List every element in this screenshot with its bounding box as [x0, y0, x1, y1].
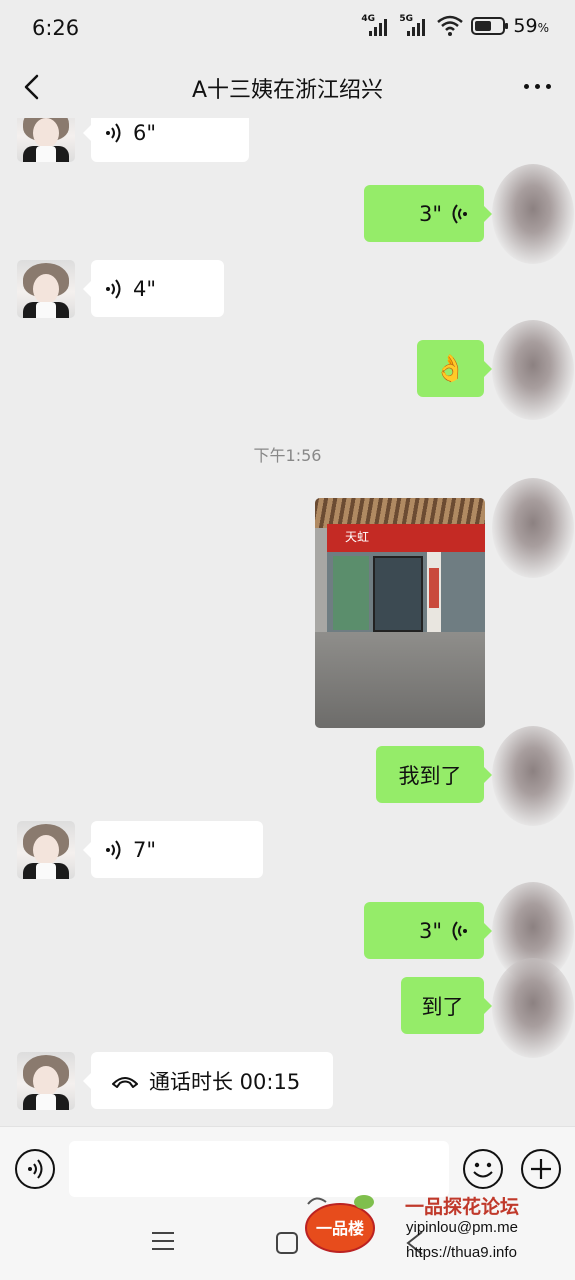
voice-message-bubble[interactable]: 3"	[364, 185, 492, 242]
signal-4g-label: 4G	[361, 14, 376, 24]
watermark-logo: 一品楼	[305, 1195, 375, 1253]
my-avatar[interactable]	[492, 478, 574, 578]
voice-duration: 6"	[133, 121, 157, 145]
emoji-face-icon	[473, 1162, 493, 1178]
voice-mode-icon	[28, 1159, 43, 1179]
chat-title: A十三姨在浙江绍兴	[191, 78, 384, 103]
voice-duration: 7"	[133, 837, 157, 862]
my-avatar[interactable]	[492, 726, 574, 826]
image-message[interactable]: 天虹	[315, 498, 485, 728]
text-message-bubble[interactable]: 我到了	[376, 746, 492, 803]
voice-wave-icon	[106, 123, 121, 143]
voice-message-bubble[interactable]: 7"	[83, 821, 263, 878]
battery-percentage: 59%	[513, 15, 549, 37]
status-bar: 6:26 4G 5G 59%	[0, 0, 575, 58]
battery-unit: %	[537, 21, 549, 35]
phone-hangup-icon	[112, 1076, 138, 1088]
chat-header: A十三姨在浙江绍兴	[0, 58, 575, 118]
more-functions-button[interactable]	[521, 1149, 561, 1189]
my-avatar[interactable]	[492, 164, 574, 264]
battery-value: 59	[513, 15, 538, 37]
contact-avatar[interactable]	[17, 1052, 75, 1110]
message-input[interactable]	[69, 1141, 449, 1197]
message-text: 我到了	[398, 763, 462, 788]
watermark-url: https://thua9.info	[406, 1244, 517, 1261]
signal-5g-label: 5G	[399, 14, 414, 24]
voice-wave-icon	[106, 278, 121, 299]
home-square-icon[interactable]	[276, 1232, 298, 1254]
contact-avatar[interactable]	[17, 118, 75, 162]
voice-wave-icon	[452, 920, 467, 941]
call-record-bubble[interactable]: 通话时长 00:15	[83, 1052, 333, 1109]
voice-message-bubble[interactable]: 3"	[364, 902, 492, 959]
watermark-email: yipinlou@pm.me	[406, 1219, 518, 1236]
my-avatar[interactable]	[492, 958, 574, 1058]
voice-message-bubble[interactable]: 4"	[83, 260, 224, 317]
status-icons: 4G 5G 59%	[361, 14, 549, 38]
voice-mode-button[interactable]	[15, 1149, 55, 1189]
text-message-bubble[interactable]: 到了	[401, 977, 492, 1034]
logo-text: 一品楼	[316, 1219, 364, 1238]
my-avatar[interactable]	[492, 320, 574, 420]
voice-wave-icon	[106, 839, 121, 860]
watermark-title: 一品探花论坛	[405, 1196, 520, 1218]
status-time: 6:26	[32, 16, 80, 40]
store-sign-text: 天虹	[345, 530, 370, 544]
signal-4g-icon: 4G	[361, 14, 391, 38]
voice-wave-icon	[452, 203, 467, 224]
voice-duration: 3"	[418, 201, 442, 226]
wifi-icon	[437, 15, 464, 36]
emoji-message-bubble[interactable]: 👌	[417, 340, 492, 397]
voice-duration: 4"	[133, 276, 157, 301]
emoji-button[interactable]	[463, 1149, 503, 1189]
signal-5g-icon: 5G	[399, 14, 429, 38]
more-options-button[interactable]	[524, 84, 551, 89]
message-text: 到了	[421, 994, 464, 1019]
message-list[interactable]: 6" 3" 4" 👌 下午1:56 天虹 我到了 7" 3" 到了 通话时长 0…	[0, 118, 575, 1126]
battery-icon	[471, 17, 509, 35]
voice-message-bubble[interactable]: 6"	[83, 118, 249, 162]
ok-hand-emoji: 👌	[434, 353, 467, 384]
call-duration-text: 通话时长 00:15	[149, 1069, 301, 1094]
battery-level	[475, 21, 491, 31]
contact-avatar[interactable]	[17, 260, 75, 318]
plus-icon	[531, 1159, 551, 1179]
contact-avatar[interactable]	[17, 821, 75, 879]
message-timestamp: 下午1:56	[253, 446, 322, 465]
voice-duration: 3"	[418, 918, 442, 943]
menu-lines-icon[interactable]	[152, 1232, 174, 1252]
